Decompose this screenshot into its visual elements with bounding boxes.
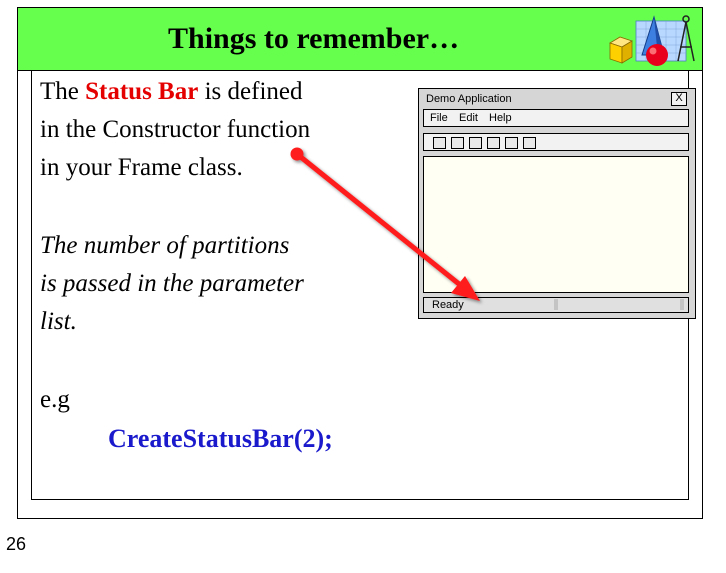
menu-bar: File Edit Help <box>423 109 689 127</box>
italic-line-2: is passed in the parameter <box>40 270 304 297</box>
slide: Things to remember… The Status Bar is de… <box>17 7 703 519</box>
tool-bar <box>423 133 689 151</box>
text-line-1: The Status Bar is defined <box>40 78 303 105</box>
toolbar-button[interactable] <box>451 137 464 149</box>
text-line-2: in the Constructor function <box>40 116 311 143</box>
client-area <box>423 156 689 293</box>
menu-file[interactable]: File <box>430 112 448 124</box>
menu-help[interactable]: Help <box>489 112 512 124</box>
code-example: CreateStatusBar(2); <box>108 424 333 453</box>
title-bar: Things to remember… <box>18 8 702 71</box>
italic-line-3: list. <box>40 308 77 335</box>
toolbar-button[interactable] <box>505 137 518 149</box>
status-bar-term: Status Bar <box>85 78 199 105</box>
status-text: Ready <box>432 299 464 311</box>
demo-application-window: Demo Application X File Edit Help Ready <box>418 88 696 319</box>
status-partition-divider <box>680 299 684 310</box>
toolbar-button[interactable] <box>523 137 536 149</box>
page-number: 26 <box>6 534 27 554</box>
geometry-logo-icon <box>609 15 695 66</box>
demo-window-title: Demo Application <box>426 93 512 105</box>
slide-title: Things to remember… <box>168 22 460 55</box>
close-icon[interactable]: X <box>671 92 687 106</box>
example-label: e.g <box>40 386 70 413</box>
status-bar: Ready <box>423 297 689 313</box>
text-line-3: in your Frame class. <box>40 154 243 181</box>
menu-edit[interactable]: Edit <box>459 112 478 124</box>
toolbar-button[interactable] <box>433 137 446 149</box>
toolbar-button[interactable] <box>469 137 482 149</box>
toolbar-button[interactable] <box>487 137 500 149</box>
italic-line-1: The number of partitions <box>40 232 290 259</box>
status-partition-divider <box>554 299 558 310</box>
